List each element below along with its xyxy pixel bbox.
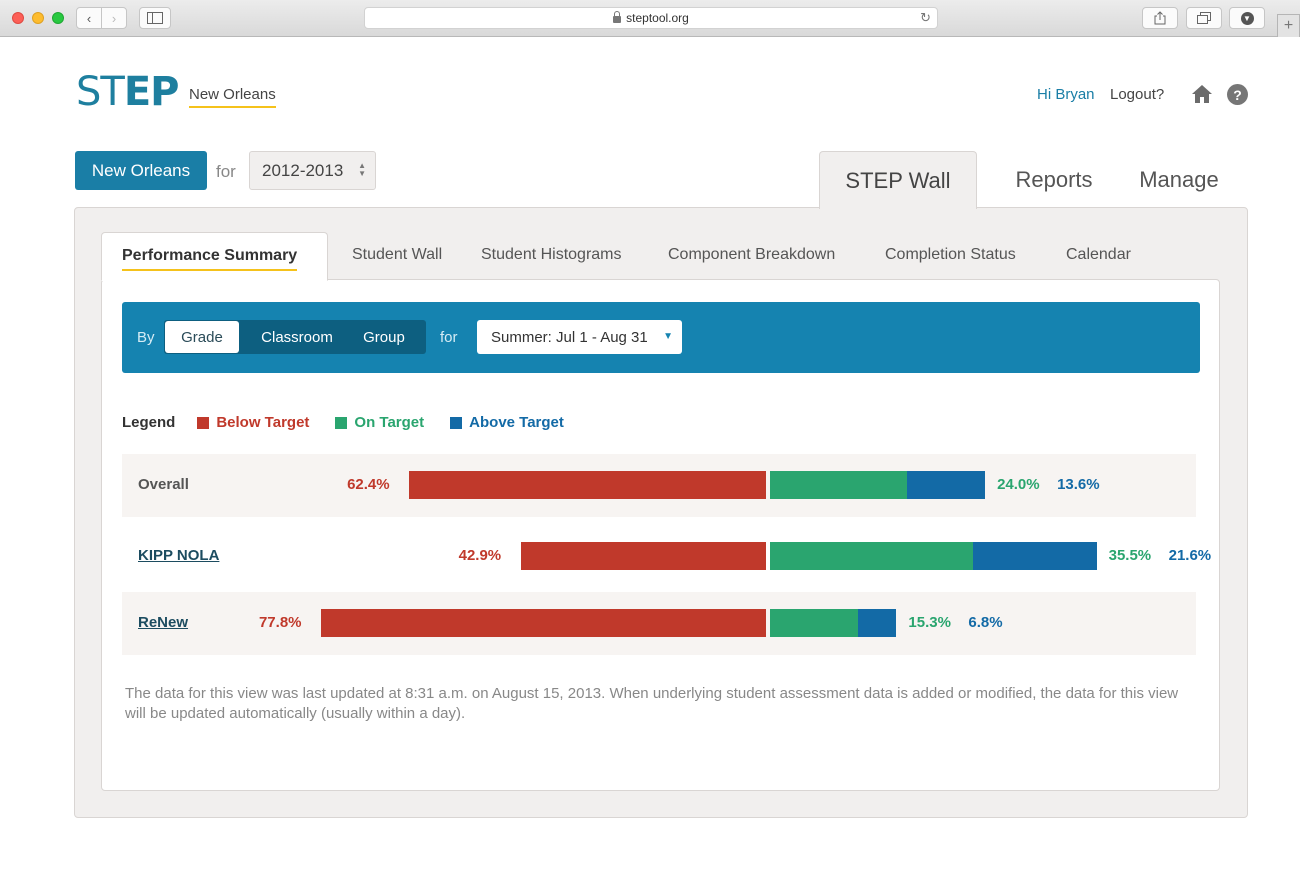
row-link-renew[interactable]: ReNew (138, 614, 188, 631)
below-target-pct: 42.9% (458, 547, 502, 564)
step-wall-panel: Performance Summary Student Wall Student… (74, 207, 1248, 818)
new-tab-button[interactable]: + (1277, 14, 1300, 37)
below-target-pct: 77.8% (258, 614, 302, 631)
period-select[interactable]: Summer: Jul 1 - Aug 31 ▼ (477, 320, 682, 354)
user-greeting-link[interactable]: Hi Bryan (1037, 86, 1095, 103)
on-target-pct: 15.3% (908, 614, 951, 631)
lock-icon (613, 10, 622, 23)
on-target-bar (770, 542, 974, 570)
subtab-performance-summary-label: Performance Summary (122, 247, 298, 271)
below-target-pct: 62.4% (347, 476, 390, 493)
for-label: for (216, 162, 236, 181)
filter-bar: By Grade Classroom Group for Summer: Jul… (122, 302, 1200, 373)
url-text: steptool.org (626, 11, 689, 25)
legend-item-on-target: On Target (335, 414, 424, 431)
caret-down-icon: ▼ (663, 331, 673, 342)
share-button[interactable] (1142, 7, 1178, 29)
below-target-swatch (197, 416, 210, 429)
by-label: By (137, 329, 155, 346)
on-target-pct: 35.5% (1108, 547, 1152, 564)
on-target-swatch (335, 416, 348, 429)
forward-button[interactable]: › (101, 7, 127, 29)
school-year-value: 2012-2013 (262, 160, 344, 180)
legend-item-below-target: Below Target (197, 414, 309, 431)
group-by-group-option[interactable]: Group (350, 320, 418, 354)
school-year-select[interactable]: 2012-2013 ▲ ▼ (249, 151, 376, 190)
above-target-bar (857, 609, 897, 637)
row-link-kipp-nola[interactable]: KIPP NOLA (138, 547, 219, 564)
tab-overview-button[interactable] (1186, 7, 1222, 29)
browser-toolbar: ‹ › steptool.org ↻ ▼ + (0, 0, 1300, 37)
subtab-student-wall[interactable]: Student Wall (352, 246, 442, 264)
above-target-pct: 6.8% (968, 614, 1003, 631)
period-for-label: for (440, 329, 458, 346)
subtab-calendar[interactable]: Calendar (1066, 246, 1131, 264)
district-select-button[interactable]: New Orleans (75, 151, 207, 190)
address-bar[interactable]: steptool.org ↻ (364, 7, 938, 29)
tabs-icon (1197, 12, 1211, 24)
performance-summary-content: By Grade Classroom Group for Summer: Jul… (101, 279, 1220, 791)
chart-row-overall: Overall 62.4% 24.0% 13.6% (122, 454, 1196, 517)
tab-reports[interactable]: Reports (1000, 151, 1108, 209)
updown-arrows-icon: ▲ ▼ (358, 161, 366, 178)
sidebar-icon (147, 12, 163, 24)
legend-item-above-target: Above Target (450, 414, 564, 431)
above-target-pct: 21.6% (1168, 547, 1212, 564)
below-target-bar (409, 471, 766, 499)
logout-link[interactable]: Logout? (1110, 86, 1164, 103)
back-button[interactable]: ‹ (76, 7, 102, 29)
subtab-student-histograms[interactable]: Student Histograms (481, 246, 622, 264)
above-target-pct: 13.6% (1057, 476, 1100, 493)
minimize-window-icon[interactable] (32, 12, 44, 24)
home-icon[interactable] (1191, 84, 1213, 104)
group-by-classroom-option[interactable]: Classroom (252, 320, 342, 354)
tab-step-wall[interactable]: STEP Wall (819, 151, 977, 209)
chart-row-renew: ReNew 77.8% 15.3% 6.8% (122, 592, 1196, 655)
on-target-bar (770, 609, 858, 637)
chevron-left-icon: ‹ (86, 10, 92, 26)
step-logo[interactable]: STEP (76, 72, 179, 112)
grouping-segmented-control: Grade Classroom Group (164, 320, 426, 354)
group-by-grade-option[interactable]: Grade (165, 321, 239, 353)
subtab-performance-summary[interactable]: Performance Summary (101, 232, 328, 281)
below-target-bar (320, 609, 766, 637)
legend: Legend Below Target On Target Above Targ… (122, 414, 590, 431)
header-region-link[interactable]: New Orleans (189, 86, 276, 108)
legend-label-on-target: On Target (354, 414, 425, 431)
on-target-bar (770, 471, 908, 499)
help-icon[interactable]: ? (1227, 84, 1248, 105)
subtab-component-breakdown[interactable]: Component Breakdown (668, 246, 835, 264)
row-label-overall: Overall (138, 476, 189, 493)
below-target-bar (520, 542, 766, 570)
share-icon (1154, 11, 1166, 25)
legend-label-above-target: Above Target (469, 414, 564, 431)
data-update-note: The data for this view was last updated … (125, 685, 1179, 722)
legend-title: Legend (122, 414, 176, 431)
chart-row-kipp-nola: KIPP NOLA 42.9% 35.5% 21.6% (122, 525, 1211, 588)
download-icon: ▼ (1240, 11, 1254, 25)
reload-icon[interactable]: ↻ (920, 10, 931, 26)
chevron-right-icon: › (111, 10, 117, 26)
above-target-swatch (450, 416, 463, 429)
above-target-bar (973, 542, 1097, 570)
legend-label-below-target: Below Target (216, 414, 310, 431)
sidebar-toggle-button[interactable] (139, 7, 171, 29)
zoom-window-icon[interactable] (52, 12, 64, 24)
subtab-completion-status[interactable]: Completion Status (885, 246, 1016, 264)
period-value: Summer: Jul 1 - Aug 31 (491, 328, 648, 346)
downloads-button[interactable]: ▼ (1229, 7, 1265, 29)
close-window-icon[interactable] (12, 12, 24, 24)
above-target-bar (907, 471, 986, 499)
tab-manage[interactable]: Manage (1122, 151, 1236, 209)
on-target-pct: 24.0% (997, 476, 1040, 493)
